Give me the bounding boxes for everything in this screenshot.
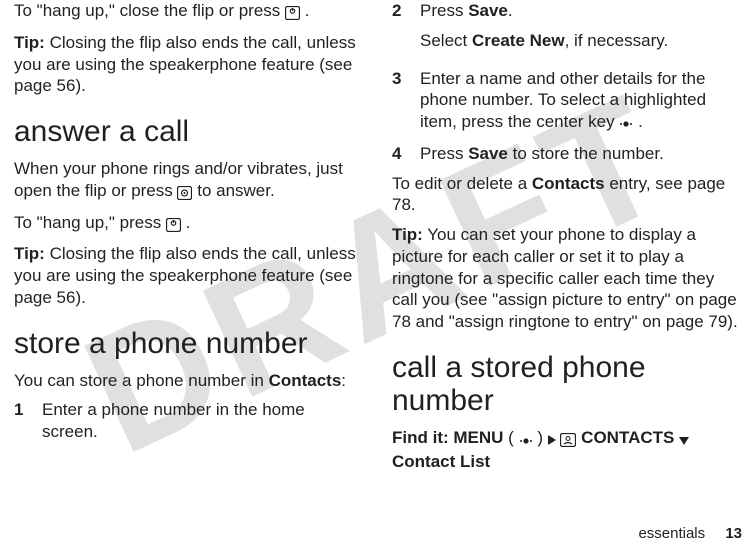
tip-text: You can set your phone to display a pict… [392,225,738,331]
section-label: essentials [638,525,705,542]
step-text: Press Save to store the number. [420,143,742,165]
menu-label: MENU [453,428,503,447]
answer-instruction: When your phone rings and/or vibrates, j… [14,158,364,204]
tip-flip-ends-call-2: Tip: Closing the flip also ends the call… [14,243,364,308]
text: Select [420,31,472,50]
step-body: Press Save. Select Create New, if necess… [420,0,742,60]
heading-call-stored: call a stored phone number [392,351,742,417]
text: . [186,213,191,232]
text: To edit or delete a [392,174,532,193]
step-number: 4 [392,143,406,165]
center-key-icon [619,113,633,135]
text: Press [420,144,468,163]
step-4: 4 Press Save to store the number. [392,143,742,165]
text: ) [537,428,547,447]
step-text: Enter a phone number in the home screen. [42,399,364,443]
tip-label: Tip: [392,225,423,244]
tip-picture-ringtone: Tip: You can set your phone to display a… [392,224,742,333]
text: : [341,371,346,390]
text: Enter a name and other details for the p… [420,69,706,132]
center-key-icon [519,429,533,451]
text: You can store a phone number in [14,371,269,390]
page-footer: essentials 13 [638,525,742,542]
right-triangle-icon [548,427,556,449]
step-1: 1 Enter a phone number in the home scree… [14,399,364,443]
text: ( [508,428,514,447]
create-new-label: Create New [472,31,565,50]
contact-list-label: Contact List [392,452,490,471]
find-it-label: Find it: [392,428,453,447]
send-key-icon [177,182,192,204]
contacts-app-icon [560,429,576,451]
step-number: 1 [14,399,28,443]
text: to answer. [197,181,275,200]
end-key-icon [166,214,181,236]
save-label: Save [468,1,508,20]
text: . [305,1,310,20]
page-content: To "hang up," close the flip or press . … [0,0,756,520]
step-number: 3 [392,68,406,135]
down-triangle-icon [679,427,689,449]
hangup-press: To "hang up," press . [14,212,364,236]
text: . [638,112,643,131]
left-column: To "hang up," close the flip or press . … [14,0,364,520]
text: to store the number. [508,144,664,163]
tip-text: Closing the flip also ends the call, unl… [14,244,356,307]
text: To "hang up," press [14,213,166,232]
tip-label: Tip: [14,244,45,263]
step-3: 3 Enter a name and other details for the… [392,68,742,135]
find-it-path: Find it: MENU ( ) CONTACTS Contact List [392,427,742,473]
text: To "hang up," close the flip or press [14,1,285,20]
heading-answer-call: answer a call [14,115,364,148]
page-number: 13 [725,525,742,542]
hangup-instruction: To "hang up," close the flip or press . [14,0,364,24]
step-2-create-new: Select Create New, if necessary. [420,30,742,52]
tip-label: Tip: [14,33,45,52]
right-column: 2 Press Save. Select Create New, if nece… [392,0,742,520]
text: , if necessary. [565,31,669,50]
contacts-label: Contacts [532,174,605,193]
tip-text: Closing the flip also ends the call, unl… [14,33,356,96]
step-number: 2 [392,0,406,60]
end-key-icon [285,2,300,24]
heading-store-number: store a phone number [14,327,364,360]
step-text: Enter a name and other details for the p… [420,68,742,135]
contacts-label: Contacts [269,371,342,390]
store-intro: You can store a phone number in Contacts… [14,370,364,392]
tip-flip-ends-call: Tip: Closing the flip also ends the call… [14,32,364,97]
step-2: 2 Press Save. Select Create New, if nece… [392,0,742,60]
text: . [508,1,513,20]
edit-delete-contacts: To edit or delete a Contacts entry, see … [392,173,742,217]
contacts-menu-label: CONTACTS [581,428,679,447]
step-2-press-save: Press Save. [420,0,742,22]
text: Press [420,1,468,20]
save-label: Save [468,144,508,163]
